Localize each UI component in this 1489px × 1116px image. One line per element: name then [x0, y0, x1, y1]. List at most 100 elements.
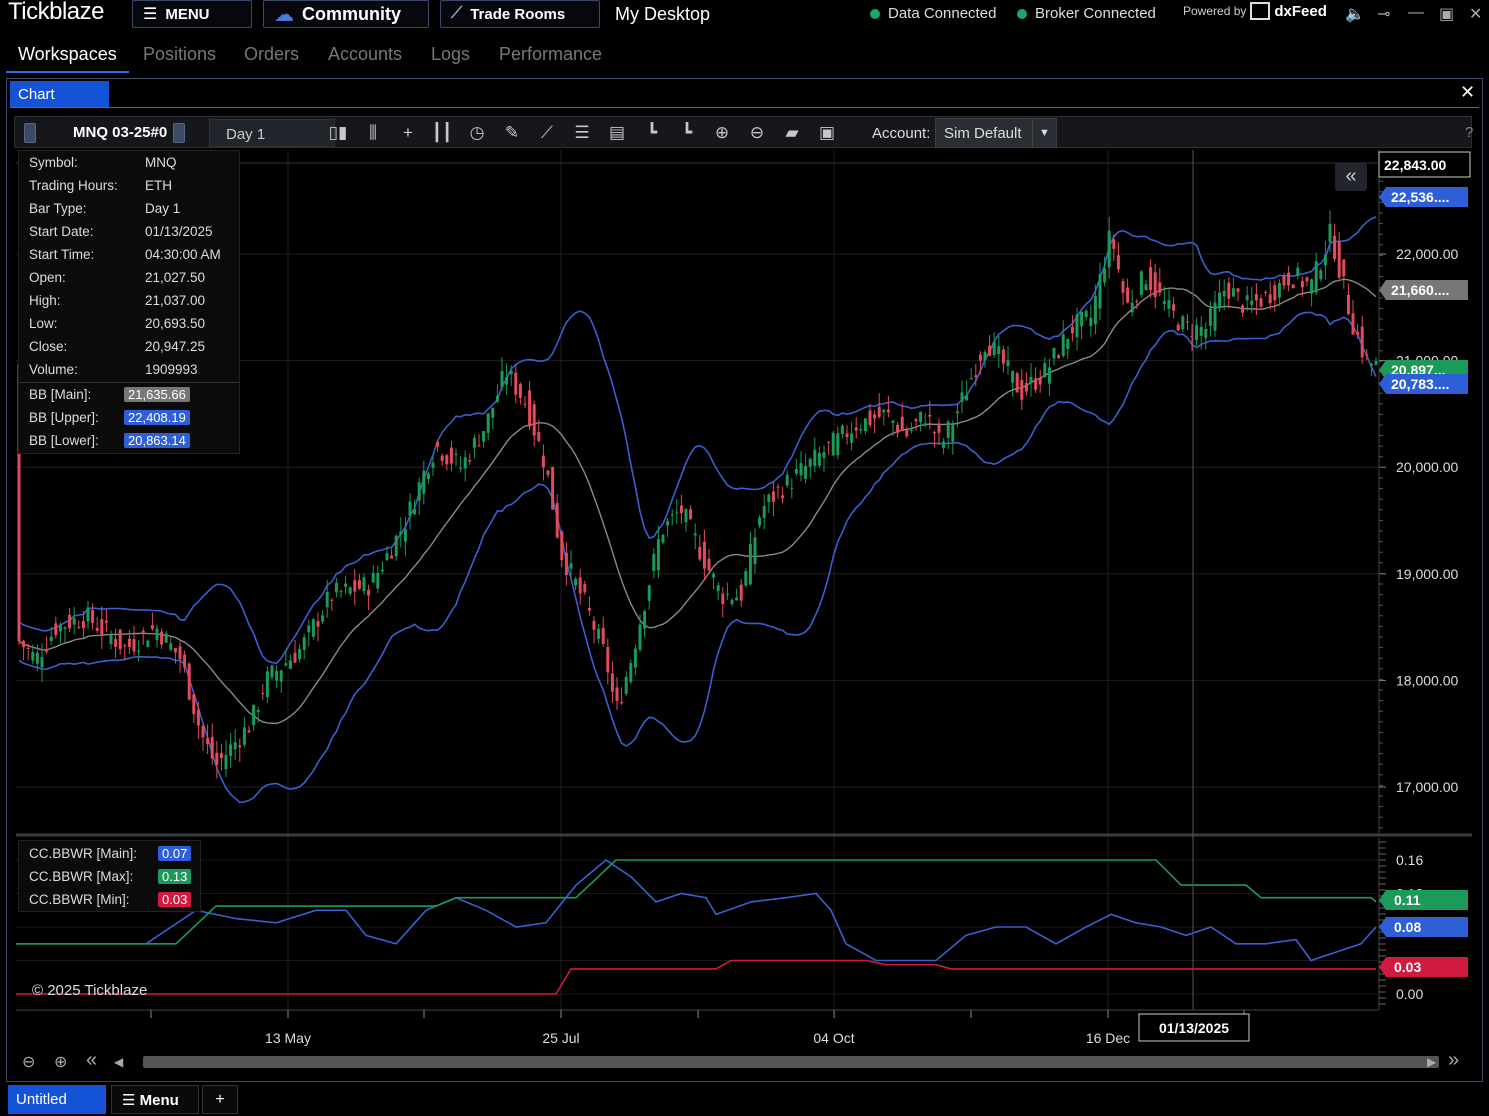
candle-body — [762, 506, 766, 518]
chart-style-icon[interactable]: ▯▮ — [325, 121, 351, 145]
chevron-down-icon[interactable]: ▼ — [1032, 119, 1056, 147]
axis-fit-icon[interactable]: ┗ — [674, 121, 700, 145]
community-label: Community — [302, 3, 401, 24]
candle-body — [334, 582, 338, 593]
folder-icon[interactable]: ▰ — [779, 121, 805, 145]
pin-icon[interactable]: ⊸ — [1377, 4, 1390, 24]
chart-scrollbar[interactable]: ⊖ ⊕ « ◀ ▶ » — [14, 1048, 1472, 1074]
candle-body — [1130, 302, 1134, 313]
candle-body — [224, 754, 228, 770]
workspace-tab-untitled[interactable]: Untitled — [8, 1085, 106, 1114]
candle-body — [693, 533, 697, 536]
bbwr-min-line — [16, 959, 1376, 995]
minimize-icon[interactable]: — — [1408, 4, 1424, 22]
save-icon[interactable]: ▣ — [814, 121, 840, 145]
chart-window-tab[interactable]: Chart — [10, 81, 109, 107]
candle-body — [169, 643, 173, 650]
indicator-label: CC.BBWR [Max]: — [29, 869, 134, 884]
candles-icon[interactable]: ┃┃ — [429, 121, 455, 145]
tab-performance[interactable]: Performance — [499, 44, 602, 65]
pencil-icon[interactable]: ✎ — [499, 121, 525, 145]
candle-body — [1181, 316, 1185, 330]
scroll-thumb[interactable] — [143, 1056, 1439, 1068]
axis-scale-icon[interactable]: ┗ — [639, 121, 665, 145]
scroll-end-icon[interactable]: » — [1448, 1049, 1459, 1072]
info-label: Close: — [29, 339, 68, 354]
candle-body — [1093, 296, 1097, 325]
zoom-out-icon[interactable]: ⊖ — [22, 1052, 35, 1072]
feed-name: dxFeed — [1274, 2, 1327, 20]
candle-body — [58, 624, 62, 632]
candle-body — [716, 585, 720, 592]
main-menu-button[interactable]: ☰ MENU — [132, 0, 252, 28]
scroll-right-icon[interactable]: ▶ — [1427, 1055, 1436, 1069]
candle-body — [620, 702, 624, 704]
info-value: 1909993 — [145, 362, 198, 377]
info-label: Low: — [29, 316, 58, 331]
period-link-button[interactable] — [173, 123, 185, 143]
candle-body — [1080, 311, 1084, 327]
indicator-axis[interactable]: 0.160.120.000.110.080.03 — [1378, 838, 1472, 1010]
tab-orders[interactable]: Orders — [244, 44, 299, 65]
tab-positions[interactable]: Positions — [143, 44, 216, 65]
data-box-divider — [19, 382, 239, 383]
indicator-pane — [16, 859, 1378, 995]
indicators-icon[interactable]: ⫼ — [360, 121, 386, 145]
candle-body — [486, 413, 490, 433]
candle-body — [1116, 255, 1120, 270]
candle-body — [270, 665, 274, 678]
broker-status: Broker Connected — [1017, 5, 1156, 22]
drawing-icon[interactable]: ⟋ — [534, 121, 560, 145]
price-axis[interactable]: 22,000.0021,000.0020,000.0019,000.0018,0… — [1378, 150, 1472, 833]
trade-rooms-button[interactable]: ⟋ Trade Rooms — [440, 0, 600, 28]
account-select[interactable]: Sim Default ▼ — [935, 118, 1057, 148]
zoom-in-icon[interactable]: ⊕ — [709, 121, 735, 145]
symbol-link-button[interactable] — [24, 123, 36, 143]
bottom-menu-button[interactable]: ☰ Menu — [111, 1085, 199, 1114]
candle-body — [1167, 299, 1171, 309]
data-box-icon[interactable]: ▤ — [604, 121, 630, 145]
maximize-icon[interactable]: ▣ — [1439, 4, 1454, 24]
candle-body — [919, 411, 923, 423]
zoom-out-icon[interactable]: ⊖ — [744, 121, 770, 145]
scroll-left-icon[interactable]: ◀ — [114, 1055, 123, 1069]
candle-body — [891, 420, 895, 423]
collapse-panel-icon[interactable]: « — [1335, 163, 1367, 191]
candle-body — [817, 452, 821, 466]
clock-icon[interactable]: ◷ — [464, 121, 490, 145]
candle-body — [758, 517, 762, 526]
candle-body — [1208, 308, 1212, 326]
candle-body — [150, 625, 154, 629]
desktop-title[interactable]: My Desktop — [615, 4, 710, 25]
close-chart-icon[interactable]: ✕ — [1460, 82, 1475, 103]
info-label: Start Date: — [29, 224, 94, 239]
candle-body — [206, 737, 210, 744]
candle-body — [1300, 280, 1304, 288]
candle-body — [997, 346, 1001, 355]
add-workspace-button[interactable]: + — [202, 1085, 238, 1114]
candle-body — [238, 745, 242, 748]
tab-accounts[interactable]: Accounts — [328, 44, 402, 65]
tab-workspaces[interactable]: Workspaces — [6, 44, 129, 73]
scroll-start-icon[interactable]: « — [86, 1049, 97, 1072]
close-icon[interactable]: ✕ — [1469, 4, 1482, 24]
candle-body — [160, 631, 164, 645]
candle-body — [955, 411, 959, 414]
help-icon[interactable]: ? — [1465, 124, 1473, 141]
zoom-in-icon[interactable]: ⊕ — [54, 1052, 67, 1072]
time-axis[interactable]: 13 May 25 Jul 04 Oct 16 Dec 01/13/2025 — [16, 1009, 1378, 1046]
symbol-selector[interactable]: MNQ 03-25#0 — [73, 124, 167, 141]
hamburger-icon: ☰ — [143, 6, 158, 23]
community-button[interactable]: ☁ Community — [263, 0, 429, 28]
list-icon[interactable]: ☰ — [569, 121, 595, 145]
candle-body — [1144, 284, 1148, 290]
candle-body — [215, 752, 219, 765]
candle-body — [1172, 304, 1176, 311]
indicator-label: CC.BBWR [Min]: — [29, 892, 130, 907]
mute-icon[interactable]: 🔈 — [1345, 4, 1365, 24]
crosshair-icon[interactable]: + — [395, 121, 421, 145]
candle-body — [730, 599, 734, 604]
candle-body — [896, 424, 900, 433]
tab-logs[interactable]: Logs — [431, 44, 470, 65]
period-selector[interactable]: Day 1 — [209, 119, 335, 147]
